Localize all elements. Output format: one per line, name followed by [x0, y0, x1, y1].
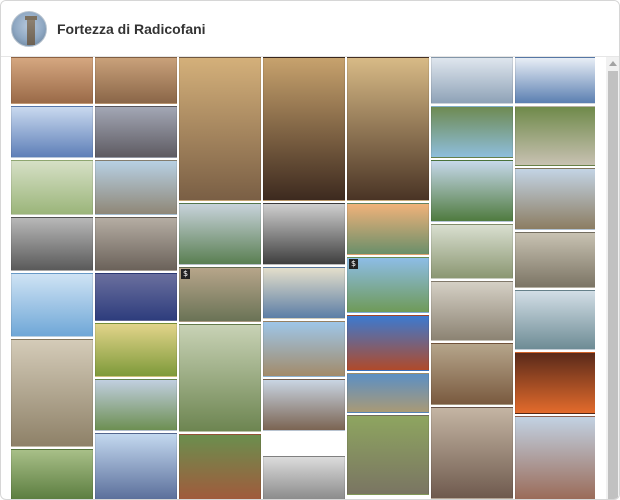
photo-stone-wall-2[interactable]: [95, 57, 177, 104]
photo-stone-ruin-green[interactable]: [347, 415, 429, 495]
photo-hill-green[interactable]: [11, 160, 93, 215]
photo-bw-tree[interactable]: [263, 203, 345, 265]
photo-blue-tower[interactable]: [11, 106, 93, 158]
photo-foggy-hills[interactable]: [431, 224, 513, 279]
photo-snow-village[interactable]: [515, 57, 595, 104]
photo-hiker[interactable]: [431, 160, 513, 222]
photo-blue-sky-fields[interactable]: $: [347, 257, 429, 313]
page-title[interactable]: Fortezza di Radicofani: [57, 21, 206, 37]
photo-courtyard[interactable]: [515, 106, 595, 166]
photo-tall-tower[interactable]: [263, 321, 345, 377]
photo-snow-ruin[interactable]: [431, 57, 513, 104]
photo-fortress-flowers[interactable]: [347, 373, 429, 413]
photo-sunset-hills[interactable]: [347, 203, 429, 255]
photo-stone-arch[interactable]: [431, 281, 513, 341]
photo-bright-doorway[interactable]: [263, 57, 345, 201]
photo-stone-gate[interactable]: [515, 232, 595, 288]
photo-badge-icon: $: [349, 259, 358, 269]
photo-bright-doorway-2[interactable]: [347, 57, 429, 201]
photo-collage-2[interactable]: [431, 343, 513, 405]
photo-ornate-gate[interactable]: [179, 434, 261, 499]
photo-bw-tower-print[interactable]: [263, 456, 345, 499]
photo-stone-wall-1[interactable]: [11, 57, 93, 104]
photo-collage-1[interactable]: $: [179, 267, 261, 322]
photo-twin-towers[interactable]: [263, 379, 345, 431]
photo-dark-landscape[interactable]: [95, 106, 177, 158]
photo-castle-ruin[interactable]: [95, 160, 177, 215]
photo-castle-tower-sky[interactable]: [95, 433, 177, 499]
page-window: Fortezza di Radicofani $ $: [0, 0, 620, 500]
photo-sky-blue[interactable]: [11, 273, 93, 337]
photo-green-valley[interactable]: [95, 379, 177, 431]
photo-rolling-hills[interactable]: [179, 203, 261, 265]
photo-arcade[interactable]: [11, 339, 93, 447]
photo-badge-icon: $: [181, 269, 190, 279]
photo-aerial-green[interactable]: [11, 449, 93, 499]
scrollbar[interactable]: [606, 57, 619, 499]
photo-fortress-green[interactable]: [515, 168, 595, 230]
avatar[interactable]: [11, 11, 47, 47]
photo-tuscan-fields[interactable]: [95, 323, 177, 377]
photo-aerial-fortress[interactable]: [179, 324, 261, 432]
tower-icon: [25, 16, 37, 45]
photo-gallery: $ $: [11, 57, 595, 499]
scroll-up-arrow-icon[interactable]: [609, 61, 617, 66]
page-header: Fortezza di Radicofani: [1, 1, 619, 57]
photo-red-fortress[interactable]: [515, 416, 595, 499]
photo-orange-sunset[interactable]: [515, 352, 595, 414]
photo-bw-valley[interactable]: [11, 217, 93, 271]
photo-arch-passage[interactable]: [179, 57, 261, 201]
photo-tower-skyline[interactable]: [431, 106, 513, 158]
scrollbar-thumb[interactable]: [608, 71, 618, 499]
photo-landscape-blue[interactable]: [263, 267, 345, 319]
photo-misty-mountain[interactable]: [515, 290, 595, 350]
photo-sepia-hills[interactable]: [95, 217, 177, 271]
photo-fortress-dusk[interactable]: [431, 407, 513, 499]
photo-night-fortress[interactable]: [95, 273, 177, 321]
photo-red-tower[interactable]: [347, 315, 429, 371]
